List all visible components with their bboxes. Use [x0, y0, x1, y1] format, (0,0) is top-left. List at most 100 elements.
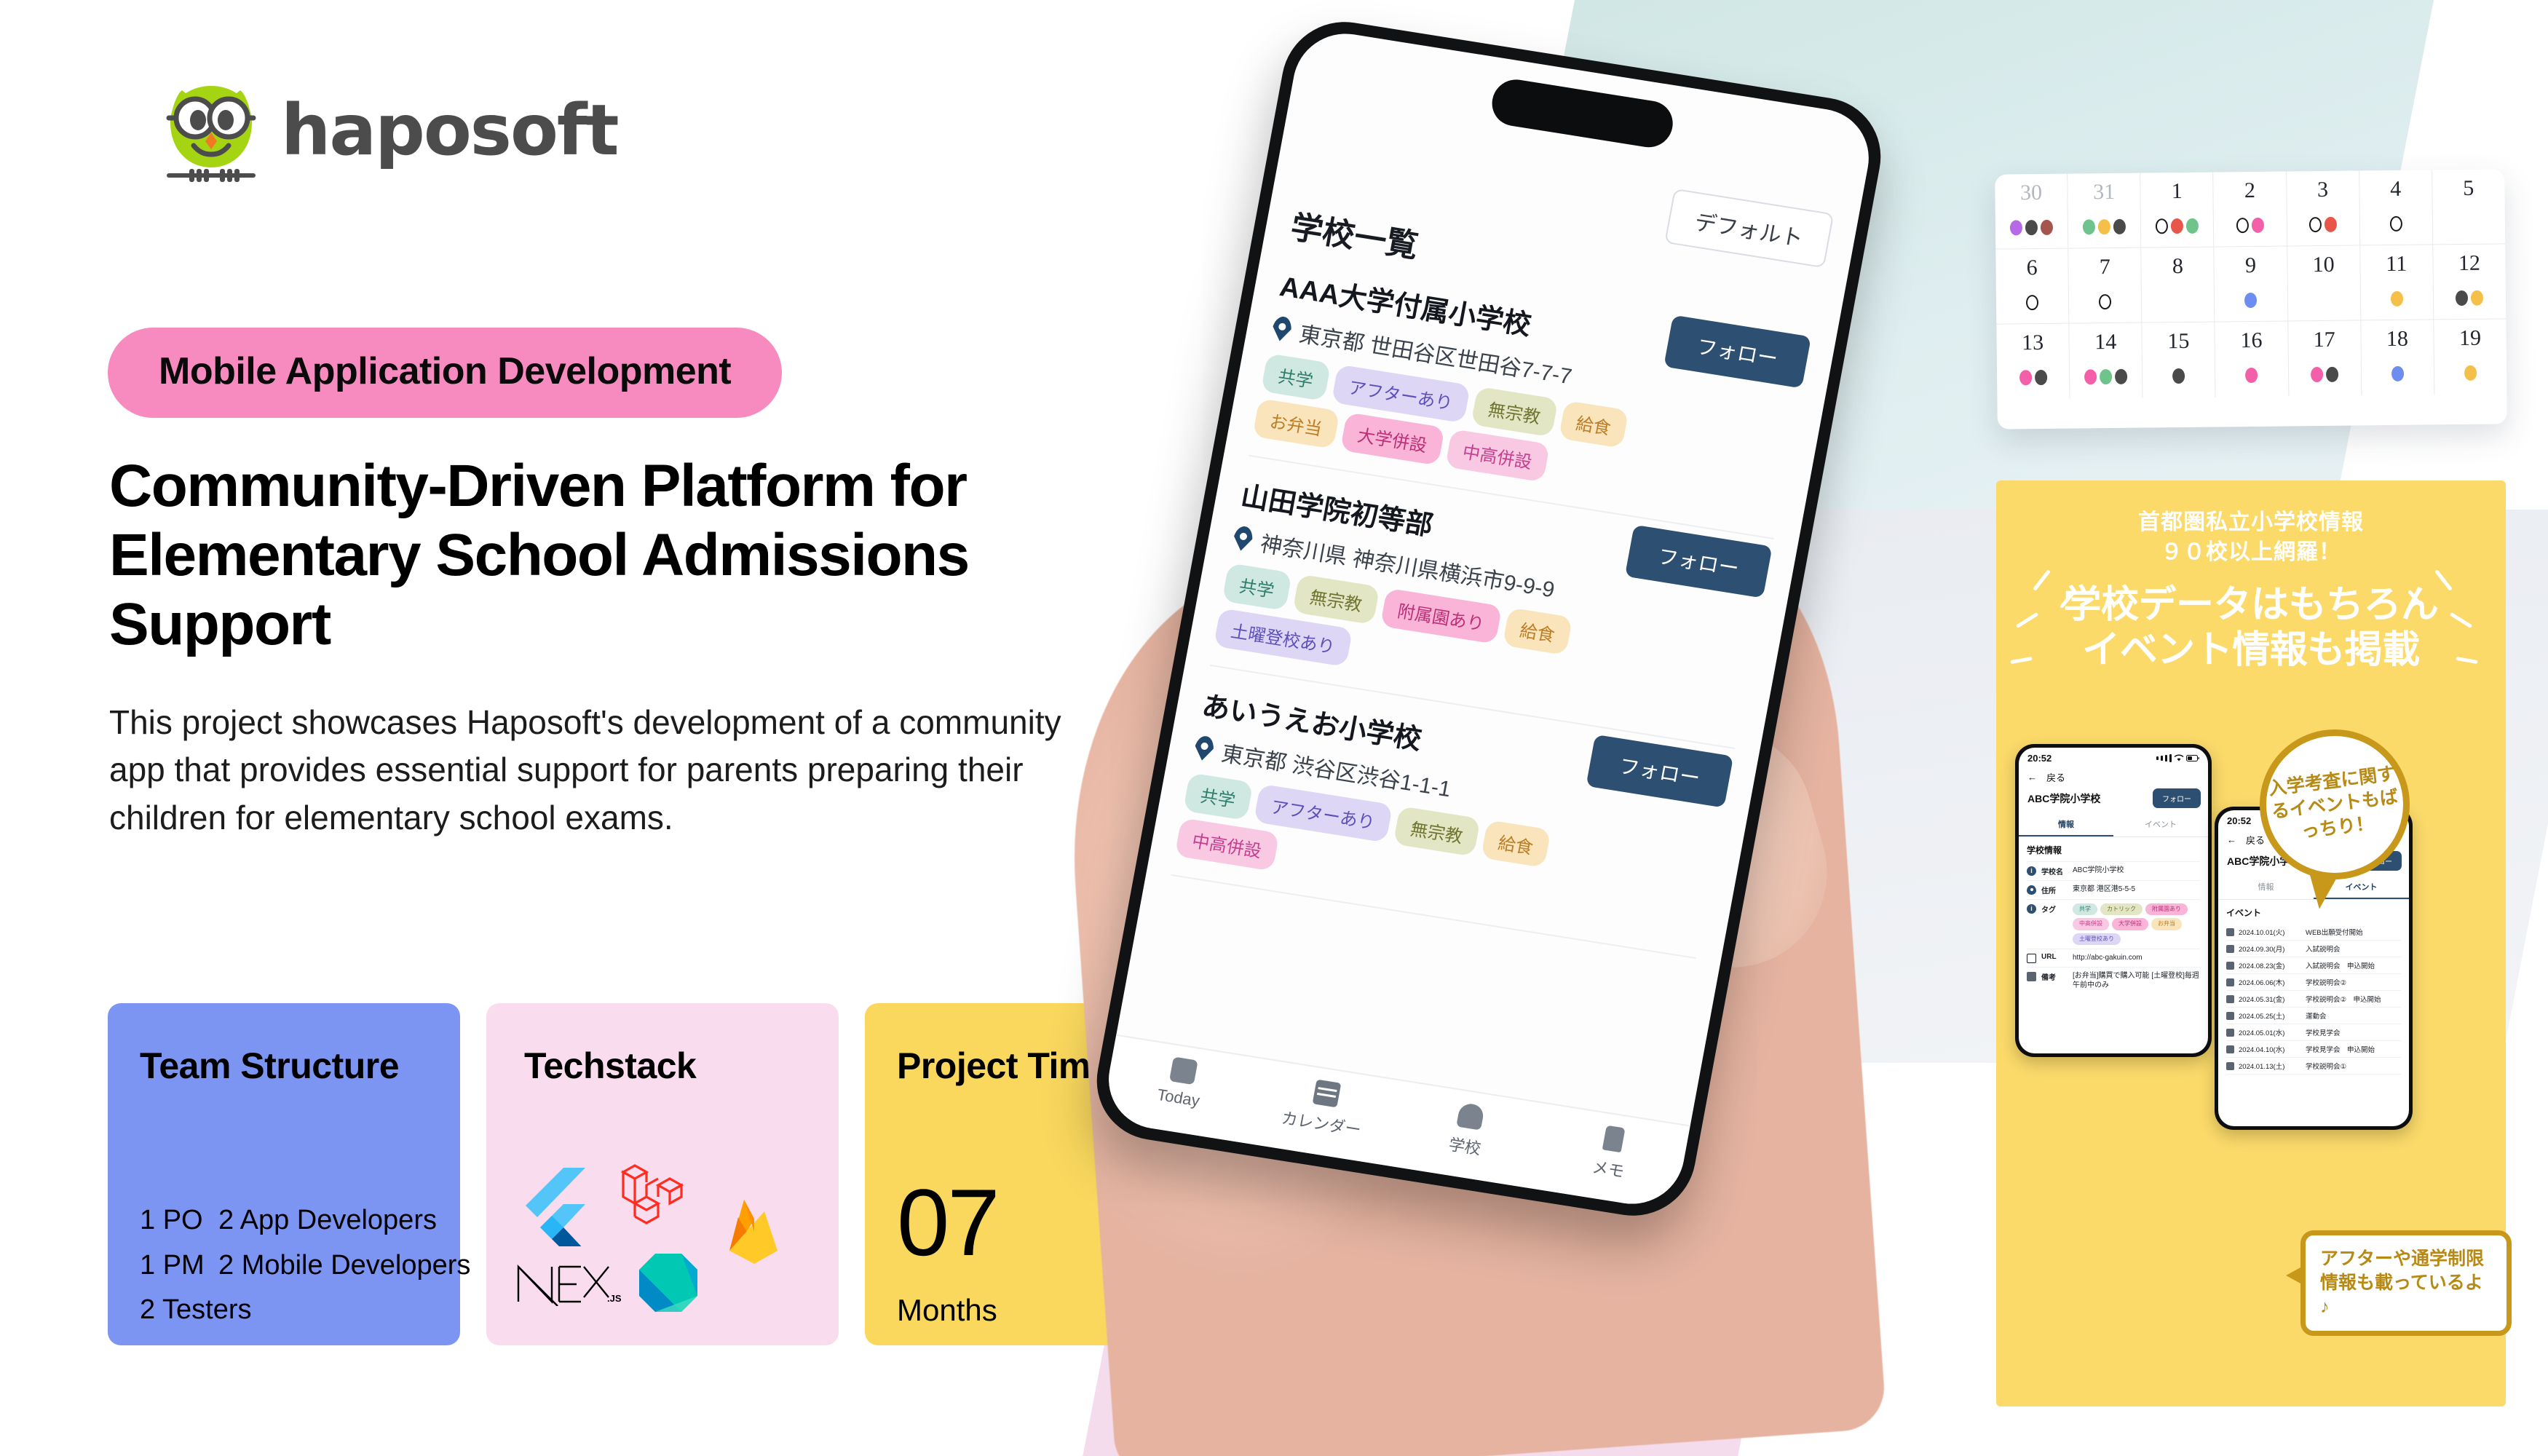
event-row[interactable]: 2024.08.23(金) 入試説明会 申込開始: [2226, 957, 2401, 974]
event-row[interactable]: 2024.05.25(土) 運動会: [2226, 1008, 2401, 1024]
calendar-event-dot: [2009, 220, 2023, 236]
calendar-event-dot: [2172, 368, 2185, 384]
calendar-event-dots: [2311, 366, 2339, 383]
calendar-day-cell[interactable]: 11: [2359, 245, 2434, 320]
calendar-event-dot: [2391, 365, 2404, 381]
calendar-event-dot: [2456, 290, 2469, 306]
event-row[interactable]: 2024.06.06(木) 学校説明会②: [2226, 974, 2401, 991]
owl-logo-icon: [157, 76, 265, 185]
calendar-day-cell[interactable]: 19: [2434, 319, 2507, 395]
school-tag: 給食: [1481, 820, 1551, 868]
calendar-event-dots: [2009, 219, 2054, 236]
field-value: 東京都 港区港5-5-5: [2073, 885, 2136, 893]
memo-icon: [1602, 1125, 1626, 1153]
mini-tabs: 情報 イベント: [2019, 812, 2208, 837]
mini-tag: 附属園あり: [2145, 903, 2188, 916]
nav-item-today[interactable]: Today: [1105, 1047, 1258, 1118]
calendar-event-dots: [2390, 290, 2403, 306]
calendar-widget[interactable]: 30 31 1 2 3 4 5 6 7 8 9 10 11 12 13 14 15 16 17 18 19: [1995, 169, 2507, 430]
field-key: 住所: [2041, 887, 2056, 895]
project-time-value: 07: [897, 1169, 1000, 1275]
event-name: 学校説明会② 申込開始: [2306, 996, 2381, 1004]
calendar-day-cell[interactable]: 17: [2287, 320, 2362, 397]
mini-school-name: ABC学院小学校: [2027, 792, 2101, 804]
event-row[interactable]: 2024.10.01(火) WEB出願受付開始: [2226, 924, 2401, 941]
school-tag: 中高併設: [1445, 429, 1551, 483]
info-icon: [2027, 866, 2036, 876]
school-tag: 給食: [1558, 400, 1629, 448]
calendar-day-cell[interactable]: 16: [2215, 321, 2289, 397]
calendar-day-number: 19: [2458, 325, 2482, 351]
calendar-event-dots: [2389, 215, 2402, 232]
tab-events[interactable]: イベント: [2113, 812, 2208, 836]
calendar-day-cell[interactable]: 4: [2359, 170, 2434, 245]
field-value[interactable]: http://abc-gakuin.com: [2073, 953, 2200, 962]
calendar-day-cell[interactable]: 2: [2213, 171, 2287, 247]
school-tag: 共学: [1260, 353, 1332, 402]
calendar-day-cell[interactable]: 14: [2069, 323, 2143, 399]
calendar-event-dot: [2098, 219, 2111, 235]
calendar-day-cell[interactable]: 15: [2142, 322, 2216, 398]
calendar-event-dot: [2171, 218, 2184, 234]
school-tag: 無宗教: [1292, 574, 1380, 625]
calendar-day-cell[interactable]: 18: [2361, 320, 2435, 396]
calendar-event-dot: [2100, 369, 2113, 385]
team-role: 2 Mobile Developers: [218, 1249, 471, 1281]
calendar-day-cell[interactable]: 3: [2286, 170, 2360, 246]
event-date: 2024.05.01(水): [2239, 1029, 2285, 1037]
promo-circle-bubble-text: 入学考査に関するイベントもばっちり！: [2267, 763, 2399, 842]
calendar-day-number: 12: [2458, 250, 2481, 276]
event-name: WEB出願受付開始: [2306, 929, 2363, 937]
mini-back-row[interactable]: ← 戻る: [2019, 766, 2208, 786]
event-name: 入試説明会 申込開始: [2306, 962, 2375, 970]
event-row[interactable]: 2024.01.13(土) 学校説明会①: [2226, 1058, 2401, 1075]
status-icons: [2156, 754, 2199, 762]
calendar-event-dots: [2391, 365, 2404, 381]
nav-item-school[interactable]: 学校: [1391, 1093, 1545, 1168]
event-row[interactable]: 2024.04.10(水) 学校見学会 申込開始: [2226, 1041, 2401, 1058]
calendar-day-number: 6: [2026, 256, 2038, 280]
event-date: 2024.09.30(月): [2239, 946, 2285, 954]
sort-filter-dropdown[interactable]: デフォルト: [1664, 188, 1835, 269]
school-tag: 中高併設: [1174, 818, 1280, 871]
mini-events-body: イベント 2024.10.01(火) WEB出願受付開始 2024.09.30(月)…: [2218, 900, 2409, 1081]
school-tag: 給食: [1502, 607, 1573, 656]
event-icon: [2226, 1028, 2234, 1037]
calendar-event-dot: [2034, 369, 2047, 386]
calendar-day-cell[interactable]: 8: [2141, 247, 2215, 323]
calendar-day-cell[interactable]: 12: [2433, 244, 2506, 319]
event-row[interactable]: 2024.05.01(水) 学校見学会: [2226, 1024, 2401, 1041]
mini-field-address: 住所 東京都 港区港5-5-5: [2027, 880, 2200, 899]
flutter-logo-icon: [518, 1166, 585, 1251]
calendar-day-cell[interactable]: 9: [2214, 246, 2288, 322]
calendar-day-cell[interactable]: 7: [2068, 248, 2143, 323]
calendar-day-cell[interactable]: 30: [1995, 173, 2069, 249]
calendar-day-number: 1: [2171, 178, 2183, 204]
mini-status-bar: 20:52: [2019, 748, 2208, 766]
calendar-day-cell[interactable]: 1: [2140, 172, 2215, 248]
location-pin-icon: [1270, 315, 1294, 342]
poster-title-line1: 学校データはもちろん: [2063, 583, 2439, 626]
calendar-day-cell[interactable]: 10: [2287, 245, 2362, 321]
mini-info-body: 学校情報 学校名 ABC学院小学校 住所 東京都 港区港5-5-5 タグ 共学: [2019, 837, 2208, 1000]
calendar-day-cell[interactable]: 5: [2432, 169, 2505, 244]
tab-info[interactable]: 情報: [2019, 812, 2113, 836]
event-date: 2024.01.13(土): [2239, 1063, 2285, 1071]
calendar-day-cell[interactable]: 6: [1995, 248, 2070, 324]
brand-name: haposoft: [281, 90, 620, 171]
mini-tag: カトリック: [2100, 903, 2143, 916]
mini-follow-button[interactable]: フォロー: [2153, 788, 2201, 808]
nav-item-calendar[interactable]: カレンダー: [1248, 1070, 1401, 1146]
calendar-day-number: 11: [2386, 251, 2407, 277]
calendar-day-cell[interactable]: 13: [1996, 323, 2070, 400]
laravel-logo-icon: [619, 1159, 689, 1233]
event-row[interactable]: 2024.05.31(金) 学校説明会② 申込開始: [2226, 991, 2401, 1008]
event-row[interactable]: 2024.09.30(月) 入試説明会: [2226, 941, 2401, 957]
event-icon: [2226, 961, 2234, 970]
calendar-event-dot: [2245, 367, 2258, 384]
note-icon: [2027, 972, 2036, 982]
nav-item-memo[interactable]: メモ: [1535, 1115, 1688, 1191]
field-key: 備考: [2041, 974, 2056, 983]
wifi-icon: [2174, 754, 2184, 761]
calendar-day-cell[interactable]: 31: [2068, 173, 2142, 248]
